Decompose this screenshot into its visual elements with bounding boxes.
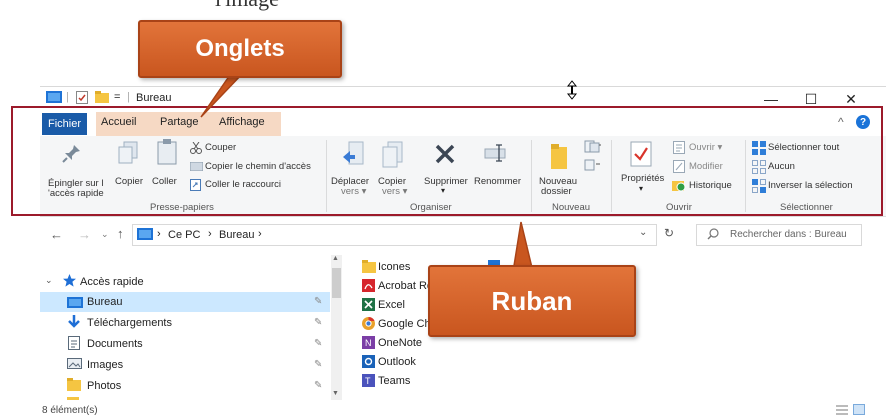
ruban-callout: Ruban [428, 265, 636, 337]
onglets-callout: Onglets [138, 20, 342, 78]
callout-arrows [200, 71, 534, 273]
